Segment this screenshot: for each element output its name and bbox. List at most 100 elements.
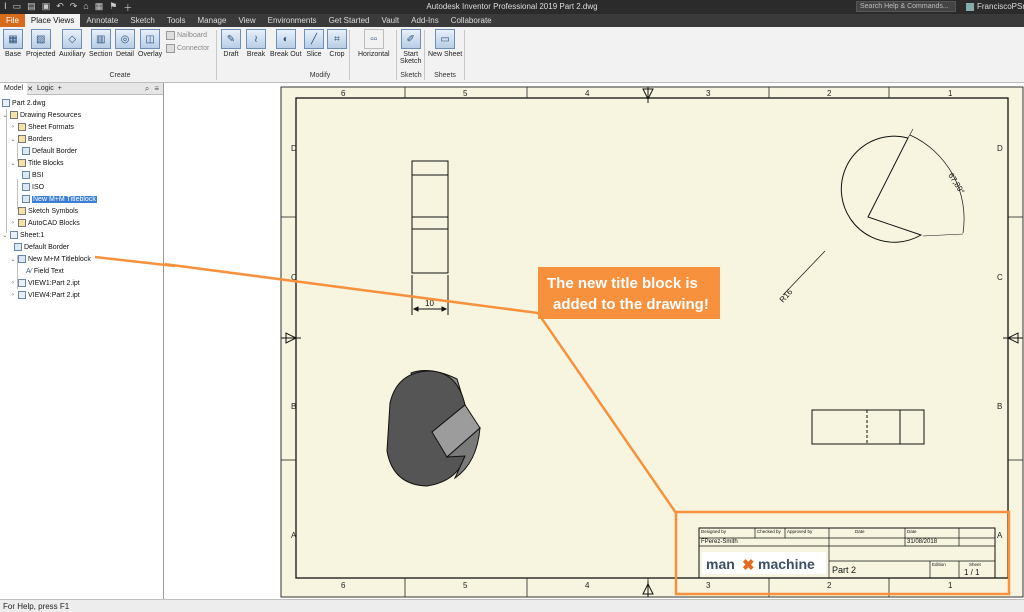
tab-file[interactable]: File (0, 14, 25, 27)
avatar (966, 2, 974, 11)
slice-button[interactable]: ╱ Slice (304, 29, 324, 58)
tree-node-drawing-resources[interactable]: ⌄ Drawing Resources (2, 110, 81, 120)
zone-col-label: 2 (827, 89, 832, 98)
sheets-group-label: Sheets (434, 72, 456, 79)
expand-icon[interactable]: ⌄ (10, 256, 16, 263)
draft-view-button[interactable]: ✎ Draft (221, 29, 241, 58)
overlay-view-button[interactable]: ◫ Overlay (138, 29, 162, 58)
expand-icon[interactable]: ⌄ (10, 160, 16, 167)
user-account[interactable]: FranciscoPSm (966, 2, 1024, 11)
tab-collaborate[interactable]: Collaborate (445, 14, 498, 27)
tab-place-views[interactable]: Place Views (24, 14, 81, 27)
expand-icon[interactable]: ⌄ (2, 112, 8, 119)
title-block-icon (22, 183, 30, 191)
tree-node-sheet-border[interactable]: Default Border (14, 242, 69, 252)
collapse-icon[interactable]: › (10, 292, 16, 298)
horizontal-align-icon: ▫▫ (363, 29, 384, 49)
tree-node-title-blocks[interactable]: ⌄ Title Blocks (10, 158, 64, 168)
view-icon (18, 291, 26, 299)
status-bar: For Help, press F1 (0, 599, 1024, 612)
help-search-input[interactable]: Search Help & Commands... (856, 1, 956, 12)
tree-node-view4[interactable]: › VIEW4:Part 2.ipt (10, 290, 80, 300)
logo-cross-icon: ✖ (742, 557, 755, 574)
designer-value: FPerez-Smith (701, 539, 738, 545)
connector-button[interactable]: Connector (166, 44, 209, 53)
folder-icon (18, 135, 26, 143)
approved-by-label: Approved by (787, 529, 813, 534)
zone-row-label: A (997, 531, 1003, 540)
tab-get-started[interactable]: Get Started (323, 14, 376, 27)
crop-button[interactable]: ⌗ Crop (327, 29, 347, 58)
tab-vault[interactable]: Vault (375, 14, 405, 27)
ribbon-tabs: File Place Views Annotate Sketch Tools M… (0, 14, 1024, 27)
title-bar: Ⅰ ▭ ▤ ▣ ↶ ↷ ⌂ ▦ ⚑ ＋ Autodesk Inventor Pr… (0, 0, 1024, 14)
tab-add-ins[interactable]: Add-Ins (405, 14, 445, 27)
sheet-label: Sheet (969, 562, 982, 567)
tree-node-view1[interactable]: › VIEW1:Part 2.ipt (10, 278, 80, 288)
auxiliary-view-button[interactable]: ◇ Auxiliary (59, 29, 85, 58)
ribbon-separator (464, 30, 465, 80)
tab-sketch[interactable]: Sketch (124, 14, 160, 27)
ribbon-separator (396, 30, 397, 80)
tree-node-borders[interactable]: ⌄ Borders (10, 134, 53, 144)
tab-annotate[interactable]: Annotate (80, 14, 124, 27)
folder-icon (18, 207, 26, 215)
tree-node-sheet[interactable]: ⌄ Sheet:1 (2, 230, 44, 240)
expand-icon[interactable]: ⌄ (10, 136, 16, 143)
collapse-icon[interactable]: › (10, 124, 16, 130)
projected-view-icon: ▧ (30, 29, 51, 49)
callout-text-line-1: The new title block is (547, 275, 698, 292)
tab-manage[interactable]: Manage (192, 14, 233, 27)
zone-row-label: A (291, 531, 297, 540)
search-icon[interactable]: ⌕ (145, 84, 149, 94)
collapse-icon[interactable]: › (10, 220, 16, 226)
zone-col-label: 6 (341, 89, 346, 98)
tree-node-sheet-titleblock[interactable]: ⌄ New M+M Titleblock (10, 254, 91, 264)
tree-node-default-border[interactable]: Default Border (22, 146, 77, 156)
tab-model[interactable]: Model (0, 82, 28, 95)
add-tab-icon[interactable]: + (58, 85, 62, 92)
expand-icon[interactable]: ⌄ (2, 232, 8, 239)
modify-group-label: Modify (309, 72, 331, 79)
title-block-icon (22, 171, 30, 179)
auxiliary-view-icon: ◇ (62, 29, 83, 49)
tab-tools[interactable]: Tools (161, 14, 192, 27)
zone-row-label: C (997, 273, 1003, 282)
section-view-button[interactable]: ▥ Section (89, 29, 112, 58)
drawing-canvas[interactable]: 6 5 4 3 2 1 6 5 4 3 2 1 D C B A D C B A (165, 83, 1024, 599)
tree-node-sketch-symbols[interactable]: Sketch Symbols (10, 206, 78, 216)
break-out-button[interactable]: ◐ Break Out (270, 29, 302, 58)
zone-col-label: 5 (463, 89, 468, 98)
slice-icon: ╱ (304, 29, 324, 49)
collapse-icon[interactable]: › (10, 280, 16, 286)
tree-node-autocad-blocks[interactable]: › AutoCAD Blocks (10, 218, 80, 228)
projected-view-button[interactable]: ▧ Projected (26, 29, 56, 58)
tree-node-root[interactable]: Part 2.dwg (2, 98, 45, 108)
sheet-number-value: 1 / 1 (964, 568, 980, 577)
tab-view[interactable]: View (232, 14, 261, 27)
nailboard-button[interactable]: Nailboard (166, 31, 207, 40)
zone-col-label: 6 (341, 581, 346, 590)
drawing-sheet-svg[interactable]: 6 5 4 3 2 1 6 5 4 3 2 1 D C B A D C B A (165, 83, 1024, 599)
start-sketch-button[interactable]: ✐ Start Sketch (400, 29, 421, 65)
zone-row-label: D (291, 144, 297, 153)
tree-node-sheet-formats[interactable]: › Sheet Formats (10, 122, 74, 132)
tree-line (6, 109, 7, 233)
new-sheet-button[interactable]: ▭ New Sheet (428, 29, 462, 58)
user-name: FranciscoPSm (977, 2, 1024, 11)
tree-node-iso[interactable]: ISO (22, 182, 44, 192)
zone-col-label: 3 (706, 89, 711, 98)
tree-node-new-titleblock[interactable]: New M+M Titleblock (22, 194, 97, 204)
tab-logic[interactable]: Logic (33, 85, 58, 92)
title-block-icon (18, 255, 26, 263)
tree-node-bsi[interactable]: BSI (22, 170, 43, 180)
tree-node-field-text[interactable]: A⁄ Field Text (26, 266, 64, 276)
tab-environments[interactable]: Environments (262, 14, 323, 27)
folder-icon (18, 159, 26, 167)
drawing-icon (2, 99, 10, 107)
break-button[interactable]: ≀ Break (246, 29, 266, 58)
menu-icon[interactable]: ≡ (154, 84, 159, 94)
detail-view-button[interactable]: ◎ Detail (115, 29, 135, 58)
base-view-button[interactable]: ▦ Base (3, 29, 23, 58)
horizontal-align-button[interactable]: ▫▫ Horizontal (358, 29, 390, 58)
